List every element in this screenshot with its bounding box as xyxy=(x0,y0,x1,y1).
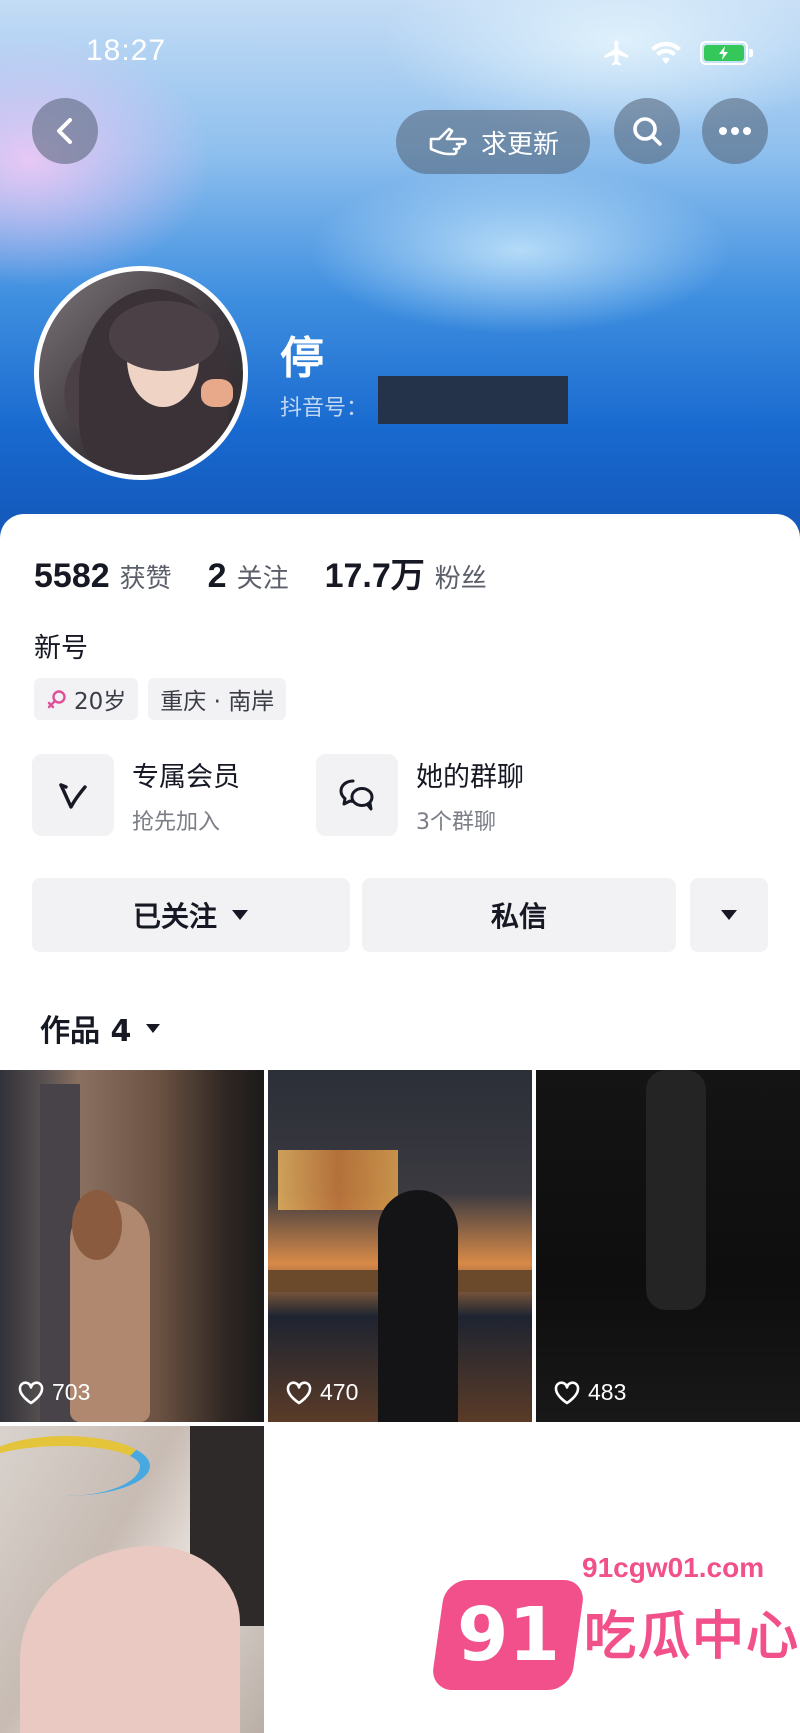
video-thumbnail[interactable] xyxy=(0,1426,264,1733)
like-count: 470 xyxy=(286,1379,358,1406)
watermark-url: 91cgw01.com xyxy=(582,1552,765,1583)
watermark-text: 吃瓜中心 xyxy=(584,1607,800,1667)
more-button[interactable] xyxy=(702,98,768,164)
avatar[interactable] xyxy=(34,266,248,480)
watermark-logo: 91 xyxy=(430,1580,586,1690)
location-tag: 重庆 · 南岸 xyxy=(148,678,287,720)
like-count-text: 483 xyxy=(588,1379,627,1405)
followed-button[interactable]: 已关注 xyxy=(32,878,350,952)
stats-row: 5582 获赞 2 关注 17.7万 粉丝 xyxy=(34,548,523,597)
stat-label: 获赞 xyxy=(119,564,172,594)
age-tag: 20岁 xyxy=(34,678,139,720)
message-button[interactable]: 私信 xyxy=(362,878,676,952)
like-count: 483 xyxy=(554,1379,626,1406)
profile-card: 5582 获赞 2 关注 17.7万 粉丝 新号 20岁 重庆 · 南岸 专属会… xyxy=(0,514,800,1733)
pointing-hand-icon xyxy=(429,127,467,156)
stat-label: 关注 xyxy=(236,564,289,594)
video-thumbnail[interactable]: 470 xyxy=(268,1070,532,1422)
caret-down-icon xyxy=(721,910,737,920)
video-thumbnail[interactable]: 483 xyxy=(536,1070,800,1422)
watermark-number: 91 xyxy=(456,1592,560,1678)
more-icon xyxy=(719,127,751,135)
member-title: 专属会员 xyxy=(132,761,240,793)
female-icon xyxy=(47,690,66,709)
tag-list: 20岁 重庆 · 南岸 xyxy=(34,678,287,720)
location-text: 重庆 · 南岸 xyxy=(160,689,275,715)
works-title: 作品 4 xyxy=(40,1014,132,1049)
wifi-icon xyxy=(651,41,681,64)
followed-label: 已关注 xyxy=(132,900,217,933)
member-entry[interactable]: 专属会员 抢先加入 xyxy=(32,754,240,836)
battery-charging-icon xyxy=(700,41,753,65)
search-icon xyxy=(633,117,662,146)
back-button[interactable] xyxy=(32,98,98,164)
profile-header: 18:27 求更新 停 抖音号： xyxy=(0,0,800,540)
stat-likes[interactable]: 5582 获赞 xyxy=(34,557,172,596)
heart-icon xyxy=(554,1380,580,1404)
stat-label: 粉丝 xyxy=(434,564,487,594)
search-button[interactable] xyxy=(614,98,680,164)
nickname: 停 xyxy=(280,333,324,384)
like-count-text: 470 xyxy=(320,1379,359,1405)
stat-followers[interactable]: 17.7万 粉丝 xyxy=(325,548,487,597)
group-chat-subtitle: 3个群聊 xyxy=(416,809,496,835)
member-subtitle: 抢先加入 xyxy=(132,809,221,835)
group-chat-icon xyxy=(316,754,398,836)
more-options-button[interactable] xyxy=(690,878,768,952)
group-chat-entry[interactable]: 她的群聊 3个群聊 xyxy=(316,754,524,836)
bio-text: 新号 xyxy=(34,633,88,664)
heart-icon xyxy=(286,1380,312,1404)
vip-icon xyxy=(32,754,114,836)
heart-icon xyxy=(18,1380,44,1404)
douyin-id-label: 抖音号： xyxy=(280,396,369,421)
request-update-label: 求更新 xyxy=(480,129,559,160)
back-icon xyxy=(57,118,72,144)
video-thumbnail[interactable]: 703 xyxy=(0,1070,264,1422)
message-label: 私信 xyxy=(490,900,547,933)
request-update-button[interactable]: 求更新 xyxy=(396,110,590,174)
like-count: 703 xyxy=(18,1379,90,1406)
stat-value: 5582 xyxy=(34,557,110,595)
works-tab[interactable]: 作品 4 xyxy=(40,1006,161,1050)
caret-down-icon xyxy=(146,1023,161,1033)
caret-down-icon xyxy=(232,910,248,920)
status-time: 18:27 xyxy=(86,34,167,67)
redacted-id-mask xyxy=(378,376,568,424)
stat-value: 17.7万 xyxy=(324,557,425,595)
group-chat-title: 她的群聊 xyxy=(416,761,524,793)
status-icons xyxy=(602,38,753,68)
age-text: 20岁 xyxy=(74,689,127,715)
like-count-text: 703 xyxy=(52,1379,91,1405)
airplane-icon xyxy=(604,40,629,66)
stat-following[interactable]: 2 关注 xyxy=(208,557,289,596)
stat-value: 2 xyxy=(207,557,227,595)
